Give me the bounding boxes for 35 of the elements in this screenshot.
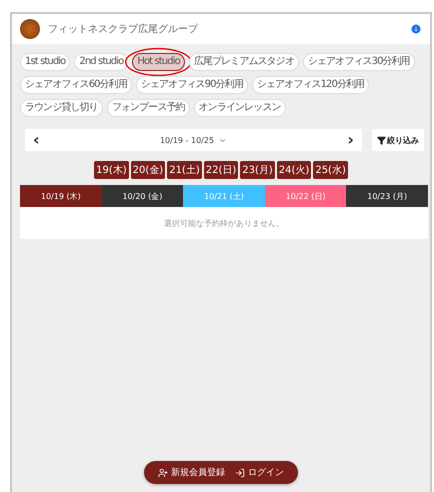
day-button[interactable]: 19(木) — [94, 161, 129, 179]
studio-chip[interactable]: シェアオフィス30分利用 — [302, 53, 415, 71]
studio-chip[interactable]: シェアオフィス120分利用 — [252, 76, 370, 94]
day-button[interactable]: 22(日) — [204, 161, 238, 179]
header-title: フィットネスクラブ広尾グループ — [48, 22, 200, 36]
day-tab[interactable]: 10/19 (木) — [20, 185, 102, 207]
studio-chip[interactable]: シェアオフィス60分利用 — [20, 76, 132, 94]
annotation-circle — [125, 48, 192, 76]
day-button[interactable]: 25(水) — [313, 161, 348, 179]
filter-icon — [377, 136, 386, 144]
studio-chip[interactable]: Hot studio — [132, 53, 185, 71]
login-button[interactable]: ログイン — [235, 466, 284, 479]
day-button[interactable]: 21(土) — [167, 161, 202, 179]
studio-chip[interactable]: オンラインレッスン — [194, 99, 286, 117]
next-week-button[interactable]: › — [347, 132, 354, 148]
info-icon[interactable] — [410, 23, 422, 35]
studio-chip[interactable]: シェアオフィス90分利用 — [136, 76, 248, 94]
filter-button[interactable]: 絞り込み — [372, 129, 424, 151]
logo-avatar — [20, 19, 40, 39]
day-button[interactable]: 23(月) — [240, 161, 275, 179]
studio-chip[interactable]: ラウンジ貸し切り — [20, 99, 103, 117]
date-range-dropdown[interactable]: 10/19 - 10/25 — [154, 134, 234, 146]
studio-chip[interactable]: フォンブース予約 — [106, 99, 190, 117]
prev-week-button[interactable]: ‹ — [33, 132, 40, 148]
studio-chip[interactable]: 広尾プレミアムスタジオ — [188, 53, 299, 71]
studio-chip[interactable]: 1st studio — [20, 53, 70, 71]
day-tab[interactable]: 10/20 (金) — [102, 185, 184, 207]
day-button[interactable]: 24(火) — [276, 161, 312, 179]
day-button[interactable]: 20(金) — [130, 161, 166, 179]
login-icon — [235, 468, 245, 478]
studio-chip[interactable]: 2nd studio — [74, 53, 128, 71]
empty-message: 選択可能な予約枠がありません。 — [20, 207, 428, 239]
register-button[interactable]: 新規会員登録 — [158, 466, 225, 479]
day-tab[interactable]: 10/23 (月) — [346, 185, 428, 207]
user-plus-icon — [158, 468, 168, 478]
